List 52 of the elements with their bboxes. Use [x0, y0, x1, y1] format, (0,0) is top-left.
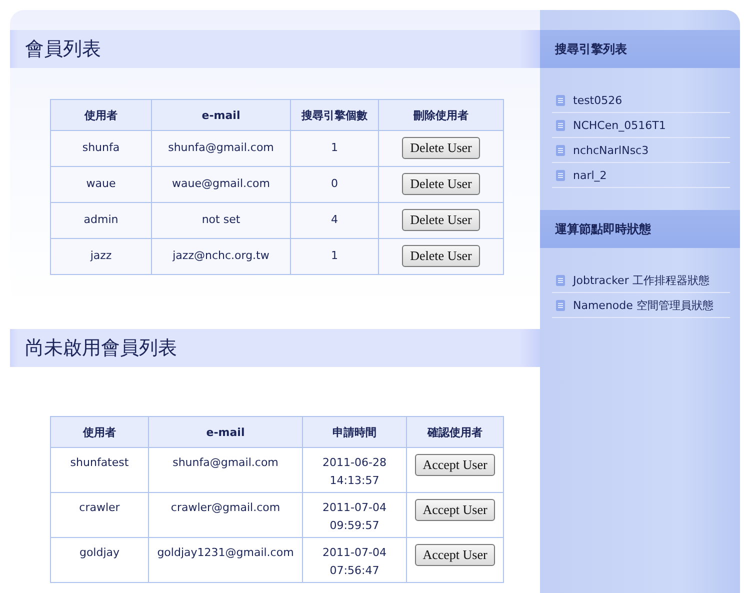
table-cell: 1: [290, 238, 378, 274]
table-cell: shunfa: [50, 130, 152, 166]
document-icon: [556, 94, 565, 106]
section-title: 會員列表: [25, 37, 101, 62]
document-icon: [556, 300, 565, 310]
table-cell: crawler@gmail.com: [148, 492, 302, 538]
document-icon: [556, 120, 565, 130]
delete-user-button[interactable]: Delete User: [402, 209, 480, 231]
table-cell: 4: [290, 202, 378, 238]
table-cell: goldjay1231@gmail.com: [148, 538, 302, 582]
table-cell: jazz@nchc.org.tw: [152, 238, 290, 274]
table-cell: crawler: [50, 492, 148, 538]
sidebar-title: 搜尋引擎列表: [555, 40, 627, 58]
column-header: e-mail: [152, 100, 290, 130]
sidebar-link[interactable]: nchcNarlNsc3: [573, 144, 649, 156]
accept-user-button[interactable]: Accept User: [414, 454, 496, 476]
column-header: 搜尋引擎個數: [290, 100, 378, 130]
document-icon: [556, 274, 565, 286]
table-cell: 2011-06-28 14:13:57: [302, 448, 406, 492]
sidebar-link[interactable]: test0526: [573, 94, 622, 106]
table-cell: 1: [290, 130, 378, 166]
table-cell: shunfa@gmail.com: [152, 130, 290, 166]
column-header: 使用者: [50, 416, 148, 448]
document-icon: [556, 144, 565, 156]
sidebar-link[interactable]: NCHCen_0516T1: [573, 118, 666, 132]
table-cell: goldjay: [50, 538, 148, 582]
document-icon: [556, 170, 565, 180]
delete-user-button[interactable]: Delete User: [402, 173, 480, 195]
table-cell: not set: [152, 202, 290, 238]
table-cell: 0: [290, 166, 378, 202]
table-cell: jazz: [50, 238, 152, 274]
column-header: 確認使用者: [406, 416, 504, 448]
table-cell: shunfatest: [50, 448, 148, 492]
table-cell: shunfa@gmail.com: [148, 448, 302, 492]
column-header: 刪除使用者: [378, 100, 504, 130]
table-cell: 2011-07-04 07:56:47: [302, 538, 406, 582]
table-cell: 2011-07-04 09:59:57: [302, 492, 406, 538]
accept-user-button[interactable]: Accept User: [414, 499, 496, 521]
table-cell: admin: [50, 202, 152, 238]
sidebar-title: 運算節點即時狀態: [555, 220, 651, 238]
delete-user-button[interactable]: Delete User: [402, 245, 480, 267]
column-header: 使用者: [50, 100, 152, 130]
sidebar-link[interactable]: Namenode 空間管理員狀態: [573, 298, 714, 312]
section-title: 尚未啟用會員列表: [25, 336, 177, 361]
accept-user-button[interactable]: Accept User: [414, 544, 496, 566]
column-header: e-mail: [148, 416, 302, 448]
sidebar-link[interactable]: Jobtracker 工作排程器狀態: [573, 272, 710, 288]
column-header: 申請時間: [302, 416, 406, 448]
table-cell: waue: [50, 166, 152, 202]
sidebar-link[interactable]: narl_2: [573, 168, 607, 182]
table-cell: waue@gmail.com: [152, 166, 290, 202]
delete-user-button[interactable]: Delete User: [402, 137, 480, 159]
